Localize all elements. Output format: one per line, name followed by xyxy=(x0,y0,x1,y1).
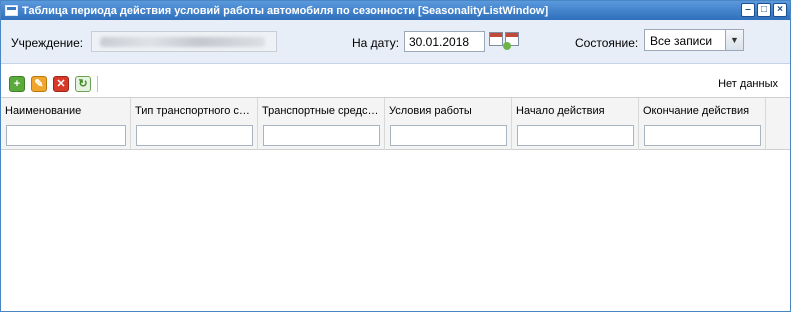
window-title: Таблица периода действия условий работы … xyxy=(22,4,549,17)
add-icon: + xyxy=(13,77,21,90)
edit-button[interactable]: ✎ xyxy=(31,76,47,92)
column-start-date[interactable]: Начало действия xyxy=(512,98,639,150)
window-controls: – □ × xyxy=(741,3,787,17)
minimize-button[interactable]: – xyxy=(741,3,755,17)
no-data-text: Нет данных xyxy=(718,78,778,90)
institution-value-redacted xyxy=(100,37,265,47)
state-select-value: Все записи xyxy=(650,34,713,48)
calendar-icon[interactable] xyxy=(489,32,503,46)
state-select[interactable]: Все записи ▼ xyxy=(644,29,744,51)
grid-toolbar: + ✎ ✕ ↻ Нет данных xyxy=(1,64,790,98)
delete-button[interactable]: ✕ xyxy=(53,76,69,92)
seasonality-list-window: Таблица периода действия условий работы … xyxy=(0,0,791,312)
column-end-date[interactable]: Окончание действия xyxy=(639,98,766,150)
institution-field[interactable] xyxy=(91,31,277,52)
filter-end-date-input[interactable] xyxy=(644,125,761,146)
state-label: Состояние: xyxy=(575,36,639,50)
chevron-down-icon[interactable]: ▼ xyxy=(725,30,743,50)
maximize-button[interactable]: □ xyxy=(757,3,771,17)
column-header-label: Наименование xyxy=(5,105,82,117)
filter-bar: Учреждение: На дату: 30.01.2018 Состояни… xyxy=(1,20,790,64)
column-header-label: Окончание действия xyxy=(643,105,750,117)
column-work-conditions[interactable]: Условия работы xyxy=(385,98,512,150)
filter-name-input[interactable] xyxy=(6,125,126,146)
today-calendar-icon[interactable] xyxy=(503,32,519,50)
close-button[interactable]: × xyxy=(773,3,787,17)
column-header-label: Тип транспортного средства xyxy=(135,105,253,117)
grid-header: Наименование Тип транспортного средства … xyxy=(1,98,790,150)
maximize-icon: □ xyxy=(760,4,768,15)
delete-icon: ✕ xyxy=(56,77,66,90)
filter-work-conditions-input[interactable] xyxy=(390,125,507,146)
toolbar-separator xyxy=(97,76,98,92)
add-button[interactable]: + xyxy=(9,76,25,92)
date-input[interactable]: 30.01.2018 xyxy=(404,31,485,52)
column-name[interactable]: Наименование xyxy=(1,98,131,150)
column-header-label: Транспортные средства xyxy=(262,105,380,117)
grid-body xyxy=(1,150,790,311)
window-titlebar[interactable]: Таблица периода действия условий работы … xyxy=(1,1,790,20)
column-vehicles[interactable]: Транспортные средства xyxy=(258,98,385,150)
filter-start-date-input[interactable] xyxy=(517,125,634,146)
refresh-button[interactable]: ↻ xyxy=(75,76,91,92)
edit-icon: ✎ xyxy=(34,77,44,90)
column-header-label: Начало действия xyxy=(516,105,605,117)
institution-label: Учреждение: xyxy=(11,36,84,50)
window-icon xyxy=(5,5,18,16)
column-header-label: Условия работы xyxy=(389,105,472,117)
filter-vehicle-type-input[interactable] xyxy=(136,125,253,146)
date-label: На дату: xyxy=(352,36,400,50)
refresh-icon: ↻ xyxy=(78,77,88,90)
close-icon: × xyxy=(777,4,783,15)
minimize-icon: – xyxy=(745,4,751,15)
column-vehicle-type[interactable]: Тип транспортного средства xyxy=(131,98,258,150)
filter-vehicles-input[interactable] xyxy=(263,125,380,146)
